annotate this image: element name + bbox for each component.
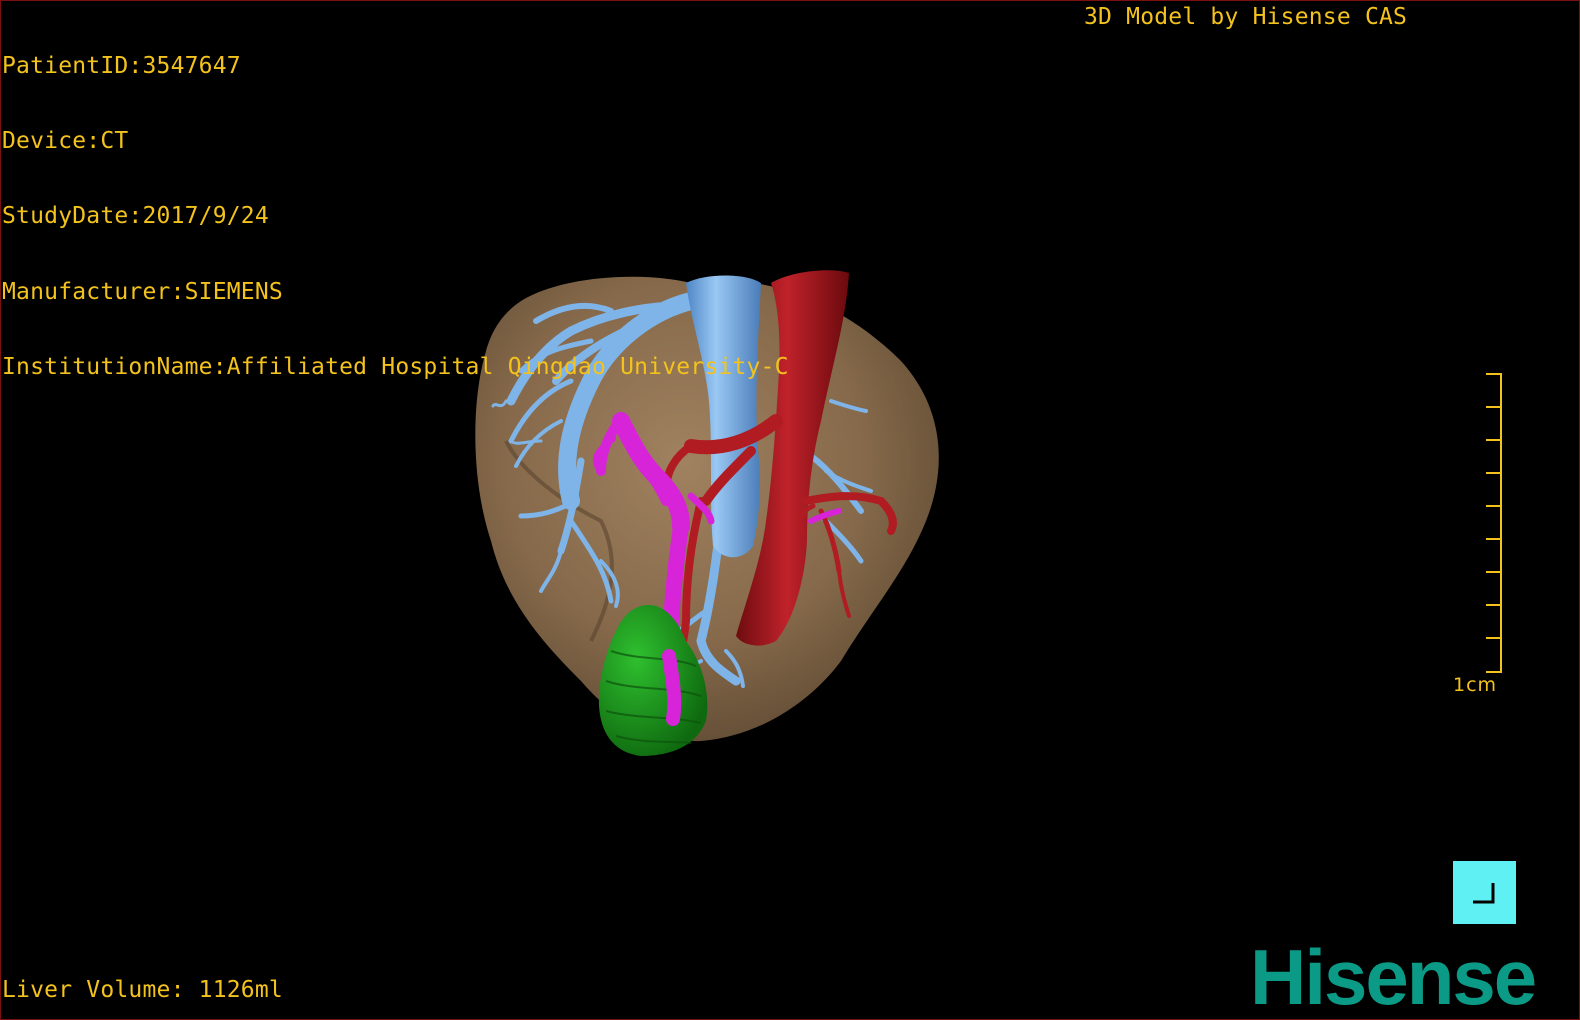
svg-text:Hisense: Hisense [1250,938,1535,1018]
model-brand-label: 3D Model by Hisense CAS [1084,4,1408,30]
patient-id-label: PatientID:3547647 [2,53,241,79]
institution-label: InstitutionName:Affiliated Hospital Qing… [2,353,789,380]
device-label: Device:CT [2,128,129,155]
study-date-label: StudyDate:2017/9/24 [2,203,269,230]
scale-bar [1486,373,1502,673]
liver-volume-label: Liver Volume: 1126ml [2,977,283,1003]
study-info-overlay: PatientID:3547647 Device:CT StudyDate:20… [2,4,789,430]
view-corner-button[interactable] [1453,861,1516,924]
manufacturer-label: Manufacturer:SIEMENS [2,278,283,305]
scale-label: 1cm [1453,674,1498,696]
hisense-logo: Hisense [1250,938,1537,1018]
bile-duct-distal [662,649,682,726]
corner-icon [1473,883,1495,904]
3d-viewport[interactable]: PatientID:3547647 Device:CT StudyDate:20… [0,0,1580,1020]
